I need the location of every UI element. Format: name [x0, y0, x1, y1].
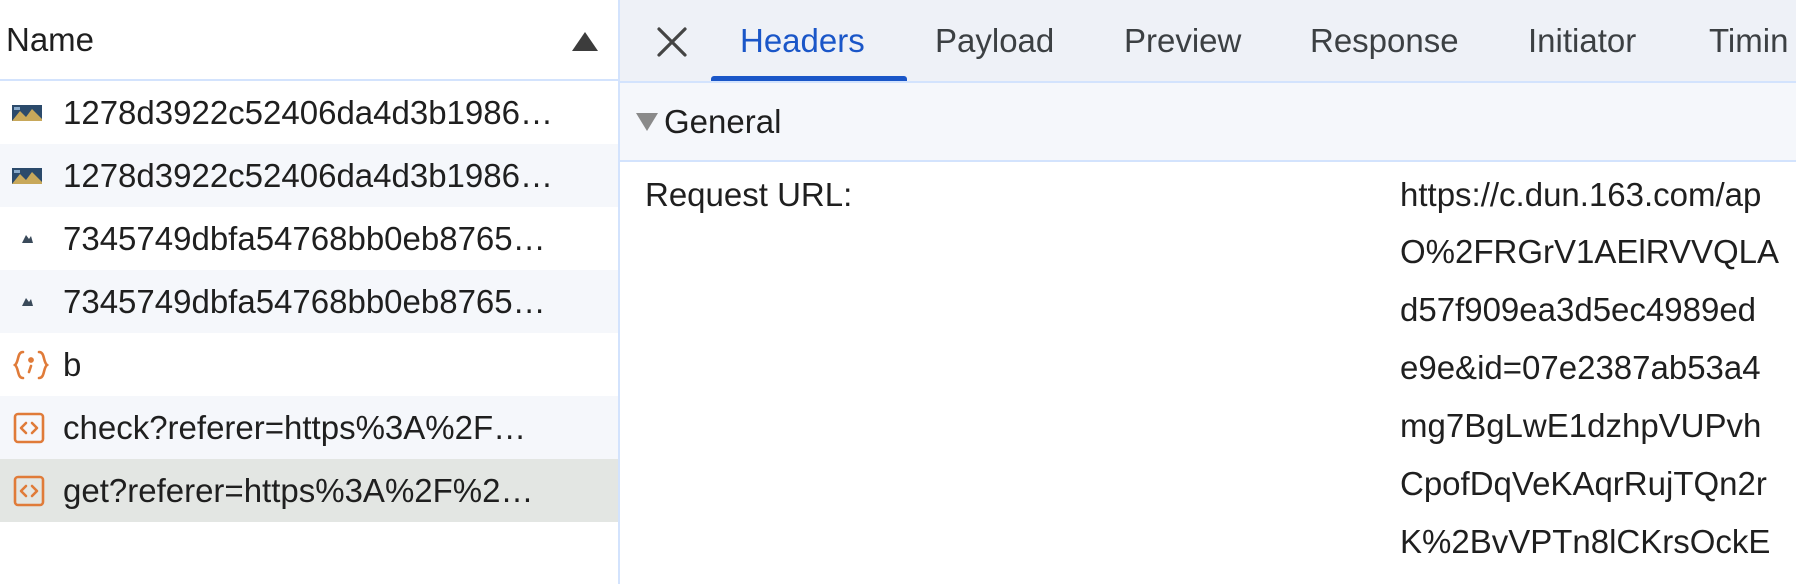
image-thumbnail-small-icon	[12, 270, 58, 333]
tab-timing[interactable]: Timin	[1709, 0, 1788, 81]
request-url-value-line: mg7BgLwE1dzhpVUPvh	[1400, 407, 1762, 444]
script-braces-icon	[12, 333, 58, 396]
tab-headers[interactable]: Headers	[740, 0, 865, 81]
close-icon[interactable]	[654, 24, 690, 60]
request-name: 1278d3922c52406da4d3b1986…	[63, 93, 553, 131]
request-url-label: Request URL:	[645, 176, 853, 213]
tab-preview[interactable]: Preview	[1124, 0, 1241, 81]
request-url-value-line: e9e&id=07e2387ab53a4	[1400, 349, 1761, 386]
tab-initiator[interactable]: Initiator	[1528, 0, 1636, 81]
request-url-value-line: https://c.dun.163.com/ap	[1400, 176, 1762, 213]
request-row[interactable]: 7345749dbfa54768bb0eb8765…	[0, 207, 618, 270]
request-row[interactable]: 7345749dbfa54768bb0eb8765…	[0, 270, 618, 333]
tab-response[interactable]: Response	[1310, 0, 1459, 81]
detail-tabbar: Headers Payload Preview Response Initiat…	[620, 0, 1796, 83]
request-url-value-line: CpofDqVeKAqrRujTQn2r	[1400, 465, 1767, 502]
expand-triangle-icon[interactable]	[636, 112, 658, 131]
request-url-value-line: d57f909ea3d5ec4989ed	[1400, 291, 1757, 328]
request-row-selected[interactable]: get?referer=https%3A%2F%2…	[0, 459, 618, 522]
general-section-header[interactable]: General	[620, 83, 1796, 162]
request-name: check?referer=https%3A%2F…	[63, 408, 527, 446]
request-detail-panel: Headers Payload Preview Response Initiat…	[620, 0, 1796, 584]
tab-payload[interactable]: Payload	[935, 0, 1054, 81]
request-name: 1278d3922c52406da4d3b1986…	[63, 156, 553, 194]
image-thumbnail-small-icon	[12, 207, 58, 270]
request-row[interactable]: 1278d3922c52406da4d3b1986…	[0, 81, 618, 144]
sort-ascending-icon[interactable]	[572, 32, 598, 51]
name-column-header[interactable]: Name	[0, 0, 618, 81]
document-code-icon	[12, 459, 58, 522]
name-column-label: Name	[6, 20, 95, 58]
active-tab-indicator	[711, 76, 907, 81]
image-thumbnail-icon	[12, 81, 58, 144]
document-code-icon	[12, 396, 58, 459]
general-section-body: Request URL: https://c.dun.163.com/ap O%…	[620, 162, 1796, 582]
request-url-value-line: O%2FRGrV1AElRVVQLA	[1400, 233, 1780, 270]
request-row[interactable]: b	[0, 333, 618, 396]
request-row[interactable]: 1278d3922c52406da4d3b1986…	[0, 144, 618, 207]
image-thumbnail-icon	[12, 144, 58, 207]
request-name: 7345749dbfa54768bb0eb8765…	[63, 282, 546, 320]
general-section-title: General	[664, 102, 782, 140]
request-name: get?referer=https%3A%2F%2…	[63, 471, 534, 509]
request-list-panel: Name 1278d3922c52406da4d3b1986… 1278d392…	[0, 0, 620, 584]
request-name: b	[63, 345, 82, 383]
request-url-value-line: K%2BvVPTn8lCKrsOckE	[1400, 523, 1771, 560]
request-name: 7345749dbfa54768bb0eb8765…	[63, 219, 546, 257]
request-row[interactable]: check?referer=https%3A%2F…	[0, 396, 618, 459]
